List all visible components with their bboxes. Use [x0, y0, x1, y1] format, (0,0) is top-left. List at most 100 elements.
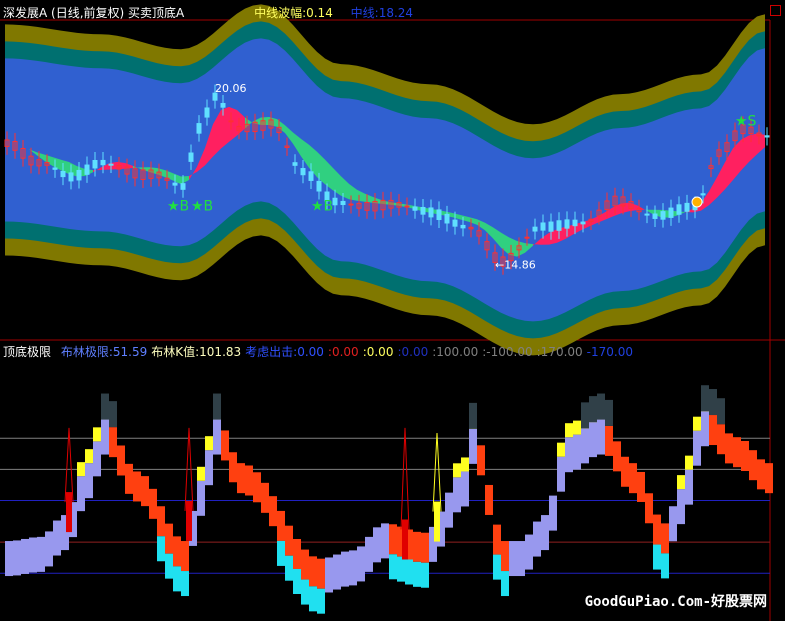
candle-body	[556, 220, 562, 231]
bar-orange	[621, 456, 629, 487]
bar-lavender	[205, 450, 213, 486]
bar-orange	[165, 523, 173, 554]
candle-body	[684, 202, 690, 212]
candle-body	[340, 200, 346, 206]
candle-body	[668, 207, 674, 218]
price-annotation: 20.06	[215, 82, 247, 95]
bar-orange	[485, 484, 493, 515]
candle-body	[572, 219, 578, 227]
bar-cyan	[173, 566, 181, 592]
signal-S: ★S	[735, 114, 757, 130]
bar-orange	[661, 523, 669, 554]
spike-line	[400, 427, 410, 530]
bar-yellow	[77, 462, 85, 477]
chart-title: 深发展A (日线,前复权) 买卖顶底A	[3, 6, 185, 20]
bar-lavender	[445, 492, 453, 528]
candle-body	[420, 206, 426, 215]
bar-cyan	[405, 559, 413, 585]
signal-B: ★B	[191, 199, 213, 215]
bar-orange	[317, 558, 325, 589]
indicator-value-8: :170.00	[536, 345, 583, 359]
indicator-value-9: -170.00	[586, 345, 633, 359]
candle-body	[52, 167, 58, 170]
bar-yellow	[205, 436, 213, 451]
candle-body	[580, 221, 586, 225]
candle-body	[316, 180, 322, 192]
bar-cyan	[653, 544, 661, 570]
candle-body	[524, 236, 530, 239]
candle-body	[564, 219, 570, 229]
bar-orange	[301, 549, 309, 580]
candle-body	[84, 164, 90, 175]
bar-orange	[605, 425, 613, 456]
indicator-value-7: :-100.00	[482, 345, 533, 359]
bar-lavender	[197, 480, 205, 516]
bar-orange	[293, 539, 301, 570]
watermark: GoodGuPiao.Com-好股票网	[584, 594, 767, 610]
bar-lavender	[45, 531, 53, 567]
close-panel-button[interactable]	[770, 5, 781, 16]
bar-lavender	[517, 541, 525, 577]
bar-lavender	[93, 441, 101, 477]
bar-cyan	[293, 569, 301, 595]
bar-lavender	[13, 540, 21, 576]
bar-lavender	[677, 489, 685, 525]
ma-ribbon-segment	[221, 106, 229, 149]
bar-orange	[149, 488, 157, 519]
candle-body	[60, 170, 66, 178]
bar-lavender	[85, 463, 93, 499]
bar-dark-peak	[701, 385, 709, 412]
chart-canvas[interactable]: 20.06←14.86★B ★B ★B★S	[0, 0, 785, 621]
candle-body	[188, 152, 194, 162]
bar-lavender	[509, 541, 517, 577]
bar-yellow	[85, 449, 93, 464]
bar-lavender	[549, 495, 557, 531]
bar-lavender	[669, 506, 677, 542]
bar-cyan	[285, 555, 293, 581]
candle-body	[428, 207, 434, 218]
candle-body	[108, 163, 114, 166]
candle-body	[348, 203, 354, 206]
bar-orange	[757, 459, 765, 490]
bar-orange	[613, 441, 621, 472]
bar-lavender	[373, 527, 381, 563]
candle-body	[68, 172, 74, 182]
bar-lavender	[685, 469, 693, 505]
bar-dark-peak	[605, 399, 613, 426]
candle-body	[180, 183, 186, 190]
bar-cyan	[493, 554, 501, 580]
bar-lavender	[701, 411, 709, 447]
bar-orange	[493, 524, 501, 555]
indicator-title: 顶底极限	[3, 345, 52, 359]
bar-dark-peak	[717, 398, 725, 425]
bar-orange	[245, 465, 253, 496]
bar-lavender	[29, 537, 37, 573]
bar-lavender	[533, 521, 541, 557]
bar-orange	[765, 463, 773, 494]
indicator-value-2: 考虑出击:0.00	[245, 345, 324, 359]
bar-lavender	[381, 523, 389, 559]
bar-cyan	[277, 540, 285, 566]
bar-cyan	[413, 561, 421, 587]
candle-body	[540, 222, 546, 231]
bar-lavender	[589, 422, 597, 458]
bar-lavender	[341, 551, 349, 587]
gold-dot-icon	[691, 196, 703, 208]
bar-lavender	[565, 437, 573, 473]
bar-lavender	[597, 419, 605, 455]
bar-lavender	[101, 419, 109, 455]
candle-body	[332, 197, 338, 206]
signal-B: ★B	[311, 199, 333, 215]
bar-orange	[157, 506, 165, 537]
spike-bar	[402, 519, 408, 560]
bar-yellow	[453, 463, 461, 478]
bar-orange	[309, 556, 317, 587]
candle-body	[700, 193, 706, 196]
bar-lavender	[21, 538, 29, 574]
candle-body	[532, 226, 538, 232]
bar-orange	[749, 450, 757, 481]
bar-lavender	[557, 456, 565, 492]
bar-cyan	[661, 553, 669, 579]
candle-body	[460, 224, 466, 229]
mid-amplitude-value: 中线波幅:0.14	[254, 6, 333, 20]
